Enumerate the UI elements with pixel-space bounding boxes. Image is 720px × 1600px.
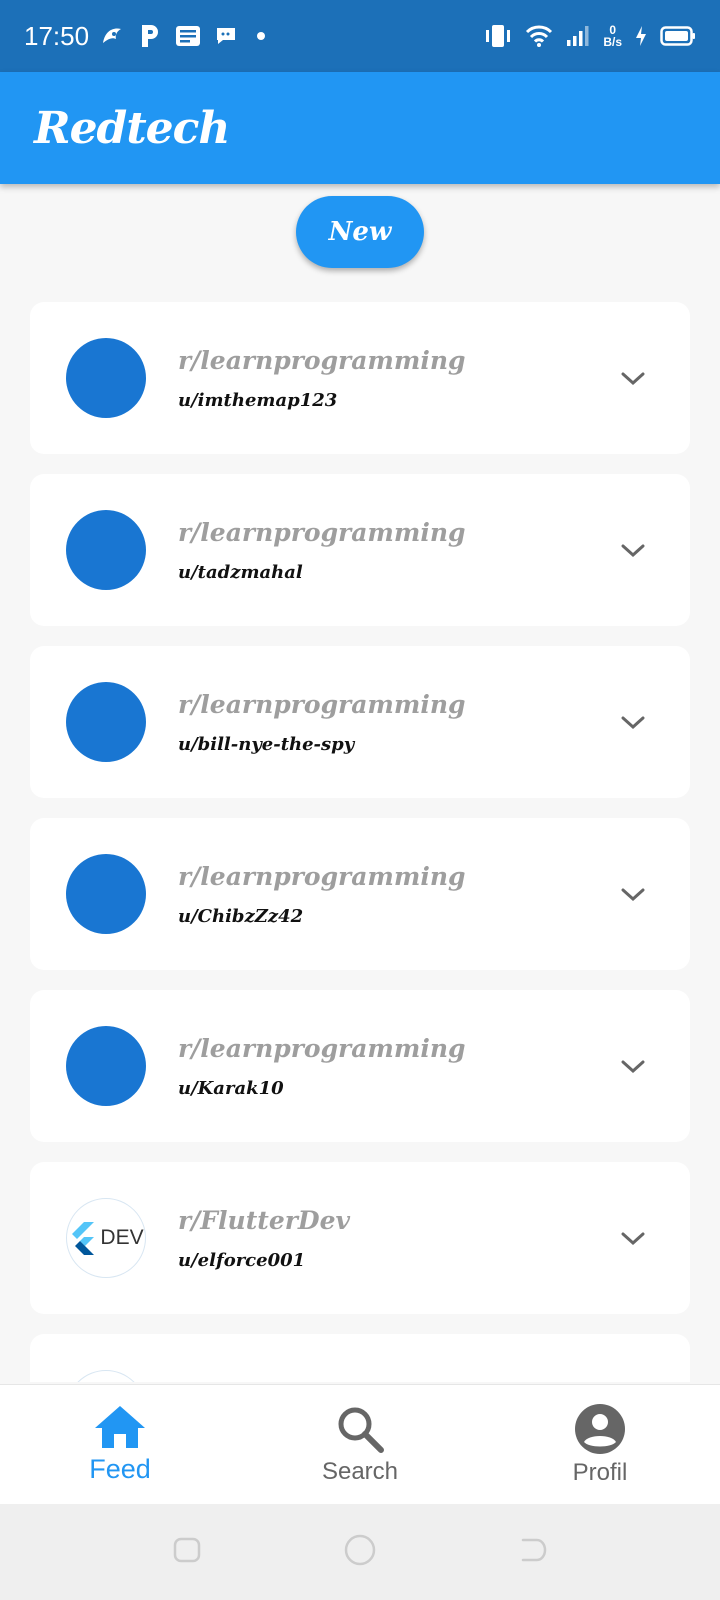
nav-search[interactable]: Search (240, 1385, 480, 1504)
nav-label-profile: Profil (572, 1458, 628, 1486)
search-icon (338, 1407, 384, 1453)
battery-icon (660, 25, 696, 47)
recent-apps-button[interactable] (171, 1534, 203, 1570)
subreddit-name: r/FlutterDev (178, 1206, 351, 1235)
vibrate-icon (483, 23, 513, 49)
flutter-icon (72, 1222, 95, 1255)
account-circle-icon (575, 1403, 625, 1454)
post-author: u/elforce001 (178, 1250, 306, 1271)
post-card[interactable]: r/learnprogramming u/imthemap123 (30, 302, 690, 454)
home-icon (95, 1406, 145, 1448)
home-button[interactable] (343, 1533, 377, 1571)
flutter-dev-logo: DEV (66, 1198, 146, 1278)
subreddit-name: r/learnprogramming (178, 518, 466, 547)
avatar (66, 682, 146, 762)
avatar (66, 338, 146, 418)
network-speed: 0 B/s (603, 24, 622, 48)
status-bar: 17:50 0 B/s (0, 0, 720, 72)
subreddit-name: r/learnprogramming (178, 690, 466, 719)
status-time: 17:50 (24, 20, 90, 51)
avatar (66, 1026, 146, 1106)
signal-icon (565, 24, 591, 48)
app-title: Redtech (34, 102, 230, 154)
news-icon (175, 25, 201, 47)
avatar (66, 854, 146, 934)
post-author: u/bill-nye-the-spy (178, 734, 355, 755)
nav-feed[interactable]: Feed (0, 1385, 240, 1504)
subreddit-name: r/learnprogramming (178, 346, 466, 375)
chevron-down-icon[interactable] (618, 536, 648, 566)
status-system-icons: 0 B/s (483, 23, 696, 49)
wifi-icon (525, 24, 553, 48)
charging-icon (634, 24, 648, 48)
bottom-navigation: Feed Search Profil (0, 1384, 720, 1504)
p-icon (139, 23, 161, 49)
chevron-down-icon[interactable] (618, 880, 648, 910)
dot-icon (251, 26, 271, 46)
post-author: u/ChibzZz42 (178, 906, 304, 927)
nav-label-search: Search (321, 1457, 399, 1485)
post-author: u/tadzmahal (178, 562, 303, 583)
subreddit-name: r/learnprogramming (178, 862, 466, 891)
post-author: u/Karak10 (178, 1078, 284, 1099)
new-post-button[interactable]: New (296, 196, 424, 268)
status-notification-icons (99, 23, 271, 49)
back-button[interactable] (517, 1534, 549, 1570)
subreddit-name: r/learnprogramming (178, 1034, 466, 1063)
net-speed-unit: B/s (603, 35, 622, 49)
system-navigation-bar (0, 1504, 720, 1600)
chevron-down-icon[interactable] (618, 1224, 648, 1254)
dev-logo-text: DEV (100, 1226, 144, 1249)
nav-profile[interactable]: Profil (480, 1385, 720, 1504)
post-card[interactable]: r/learnprogramming u/Karak10 (30, 990, 690, 1142)
chevron-down-icon[interactable] (618, 708, 648, 738)
chevron-down-icon[interactable] (618, 364, 648, 394)
nav-label-feed: Feed (89, 1454, 151, 1484)
post-card[interactable]: r/learnprogramming u/ChibzZz42 (30, 818, 690, 970)
post-card[interactable]: DEV r/FlutterDev u/elforce001 (30, 1162, 690, 1314)
post-card[interactable] (30, 1334, 690, 1382)
avatar (66, 510, 146, 590)
avatar (66, 1370, 146, 1382)
chevron-down-icon[interactable] (618, 1052, 648, 1082)
app-bar: Redtech (0, 72, 720, 184)
app-notification-icon (99, 23, 125, 49)
post-card[interactable]: r/learnprogramming u/bill-nye-the-spy (30, 646, 690, 798)
post-author: u/imthemap123 (178, 390, 338, 411)
post-card[interactable]: r/learnprogramming u/tadzmahal (30, 474, 690, 626)
message-icon (215, 26, 237, 46)
feed-list[interactable]: r/learnprogramming u/imthemap123 r/learn… (30, 302, 690, 1382)
